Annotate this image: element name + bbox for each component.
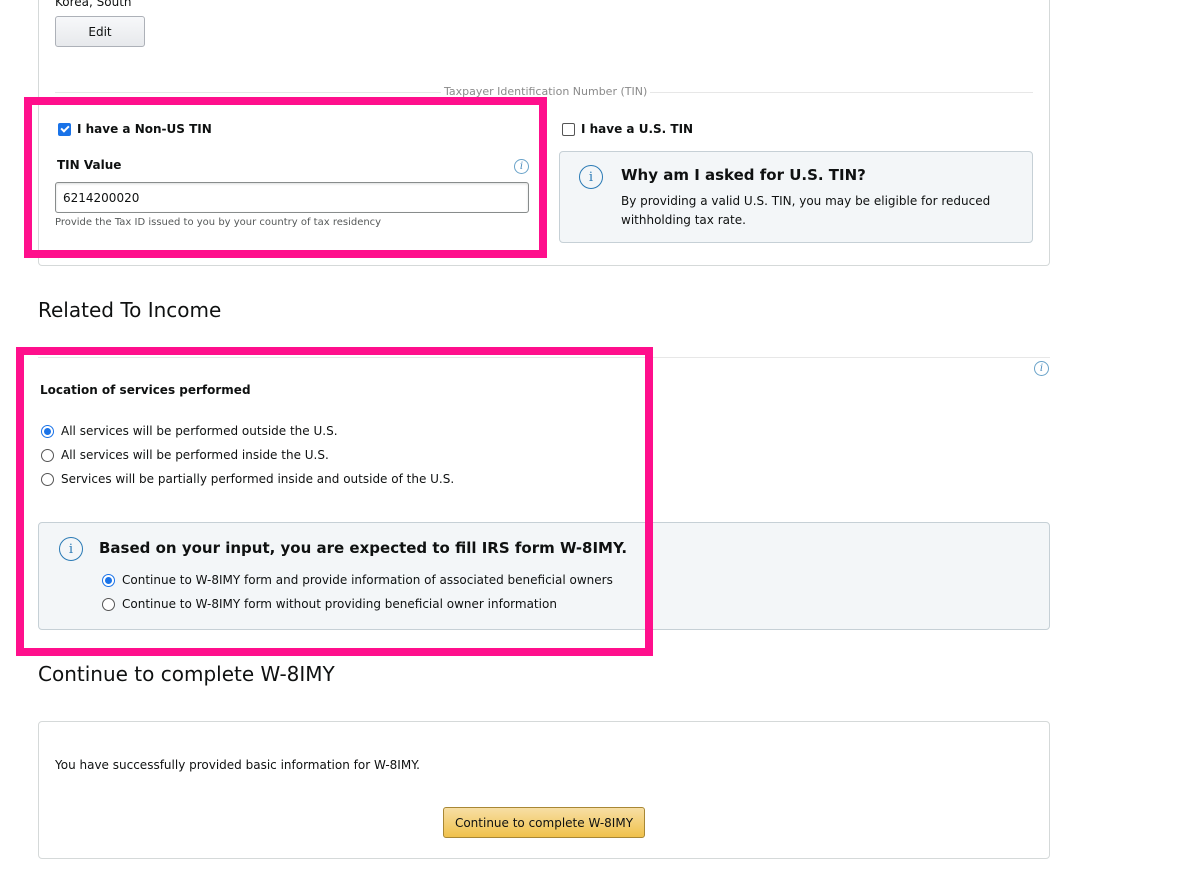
why-us-tin-title: Why am I asked for U.S. TIN? xyxy=(621,166,866,184)
us-tin-label: I have a U.S. TIN xyxy=(581,122,694,136)
us-tin-checkbox[interactable]: I have a U.S. TIN xyxy=(562,122,693,136)
success-message: You have successfully provided basic inf… xyxy=(55,758,420,772)
highlight-box-income xyxy=(16,347,653,656)
country-value: Korea, South xyxy=(55,0,132,9)
why-us-tin-text: By providing a valid U.S. TIN, you may b… xyxy=(621,194,991,227)
continue-w8imy-button[interactable]: Continue to complete W-8IMY xyxy=(443,807,645,838)
related-to-income-title: Related To Income xyxy=(38,298,222,322)
us-tin-checkbox-box[interactable] xyxy=(562,122,575,136)
continue-section-title: Continue to complete W-8IMY xyxy=(38,662,335,686)
highlight-box-tin xyxy=(24,97,547,258)
info-icon: i xyxy=(579,165,603,189)
why-us-tin-box: i Why am I asked for U.S. TIN? By provid… xyxy=(559,151,1033,243)
continue-card: You have successfully provided basic inf… xyxy=(38,721,1050,859)
income-info-icon[interactable]: i xyxy=(1034,361,1049,376)
edit-button[interactable]: Edit xyxy=(55,16,145,47)
